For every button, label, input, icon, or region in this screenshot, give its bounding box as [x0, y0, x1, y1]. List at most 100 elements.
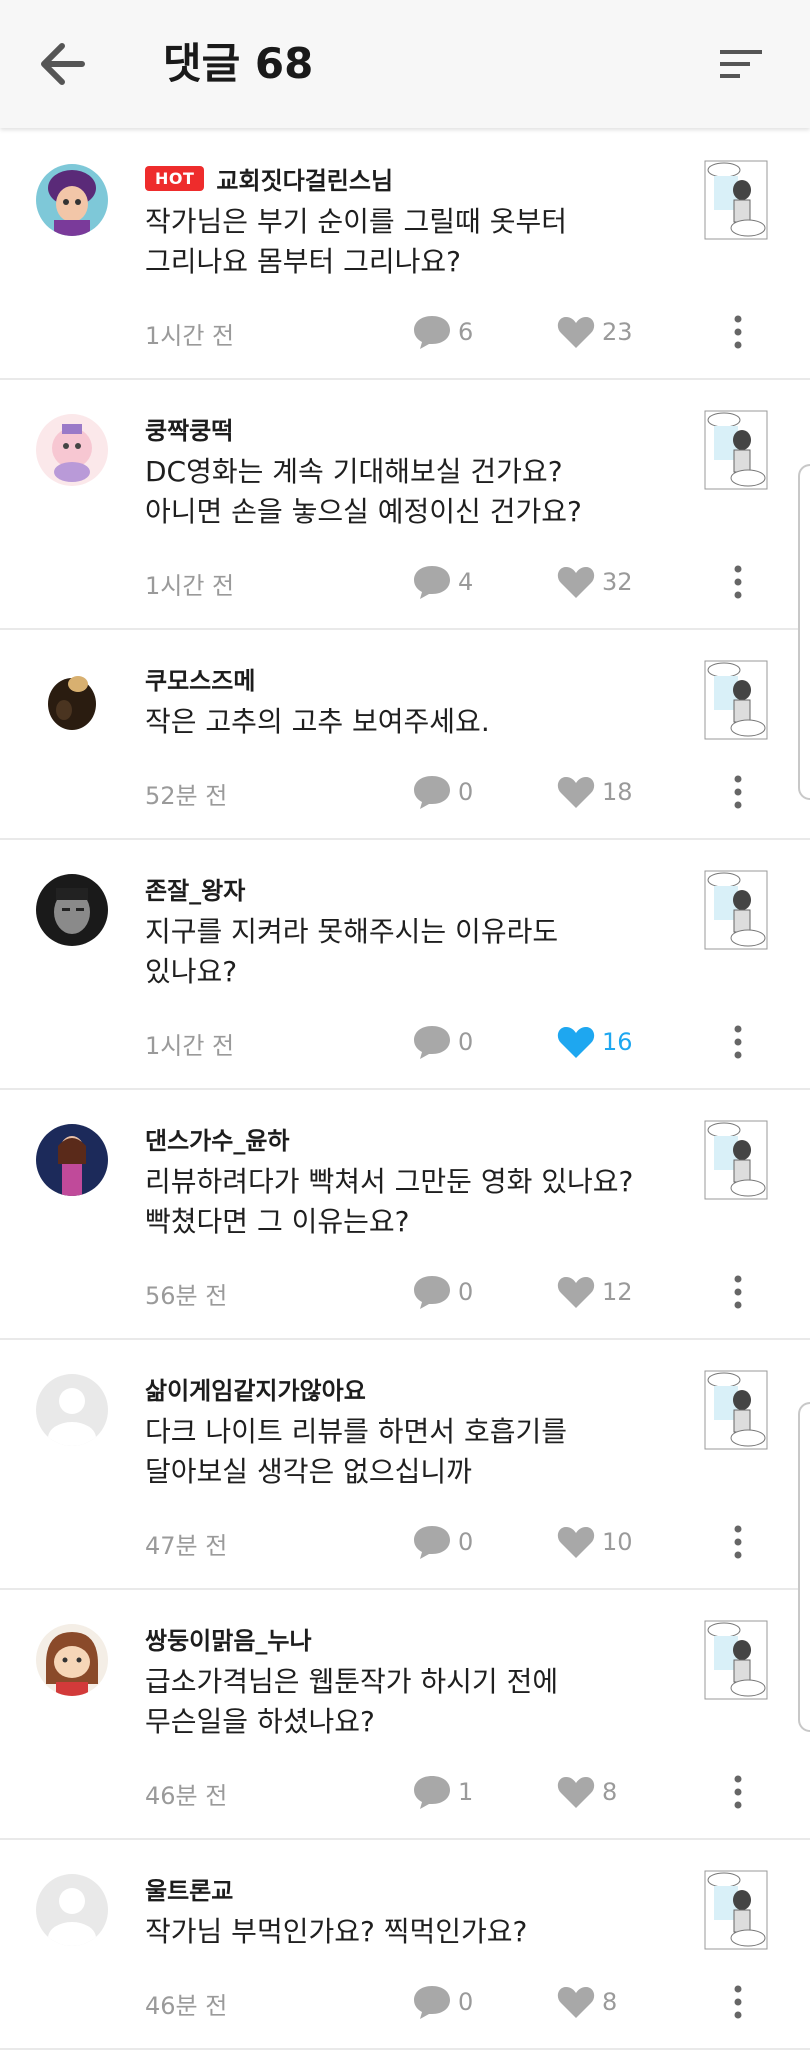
reply-button[interactable]: 6 [412, 312, 473, 352]
comic-thumbnail-icon [704, 160, 768, 240]
comment-meta: 47분 전 0 10 [0, 1522, 810, 1562]
comment-username[interactable]: 울트론교 [145, 1871, 233, 1906]
avatar-dark-figure [36, 664, 108, 736]
heart-icon [557, 317, 595, 348]
more-options-button[interactable] [728, 1022, 748, 1062]
avatar[interactable] [36, 664, 108, 736]
comment-text-line: 무슨일을 하셨나요? [145, 1705, 375, 1738]
comment-image-thumbnail[interactable] [704, 660, 768, 740]
comment-time: 46분 전 [145, 1992, 228, 2020]
sort-button[interactable] [716, 44, 766, 84]
reply-count: 4 [458, 568, 474, 596]
comment-item: 존잘_왕자 지구를 지켜라 못해주시는 이유라도있나요? 1시간 전 0 16 [0, 840, 810, 1090]
reply-count: 6 [458, 318, 474, 346]
default-avatar-icon [36, 1374, 108, 1446]
comment-header: 쿠모스즈메 [145, 661, 255, 696]
comment-text: 급소가격님은 웹툰작가 하시기 전에무슨일을 하셨나요? [145, 1662, 685, 1742]
comment-image-thumbnail[interactable] [704, 1120, 768, 1200]
comment-item: 쿠모스즈메 작은 고추의 고추 보여주세요. 52분 전 0 18 [0, 630, 810, 840]
reply-button[interactable]: 0 [412, 1272, 473, 1312]
heart-icon [557, 1277, 595, 1308]
more-options-button[interactable] [728, 562, 748, 602]
speech-bubble-icon [414, 1526, 450, 1559]
heart-icon [557, 567, 595, 598]
more-options-button[interactable] [728, 1272, 748, 1312]
comic-thumbnail-icon [704, 660, 768, 740]
comic-thumbnail-icon [704, 410, 768, 490]
more-vertical-icon [734, 315, 742, 349]
avatar[interactable] [36, 1124, 108, 1196]
avatar[interactable] [36, 164, 108, 236]
like-button[interactable]: 12 [556, 1272, 633, 1312]
comment-image-thumbnail[interactable] [704, 870, 768, 950]
comment-username[interactable]: 댄스가수_윤하 [145, 1121, 289, 1156]
like-button[interactable]: 18 [556, 772, 633, 812]
comment-text-line: 작은 고추의 고추 보여주세요. [145, 705, 490, 738]
speech-bubble-icon [414, 566, 450, 599]
like-button[interactable]: 8 [556, 1772, 617, 1812]
comment-header: 쿵짝쿵떡 [145, 411, 233, 446]
comment-image-thumbnail[interactable] [704, 1620, 768, 1700]
avatar[interactable] [36, 1374, 108, 1446]
avatar[interactable] [36, 874, 108, 946]
like-count: 12 [602, 1278, 633, 1306]
like-count: 32 [602, 568, 633, 596]
edge-panel-handle[interactable] [798, 1402, 810, 1732]
comment-text: 작은 고추의 고추 보여주세요. [145, 702, 685, 742]
comment-image-thumbnail[interactable] [704, 410, 768, 490]
reply-button[interactable]: 0 [412, 1982, 473, 2022]
like-button[interactable]: 23 [556, 312, 633, 352]
comment-text-line: 급소가격님은 웹툰작가 하시기 전에 [145, 1665, 559, 1698]
comment-text-line: 달아보실 생각은 없으십니까 [145, 1455, 472, 1488]
like-count: 8 [602, 1988, 618, 2016]
speech-bubble-icon [414, 1276, 450, 1309]
more-options-button[interactable] [728, 1982, 748, 2022]
reply-button[interactable]: 0 [412, 772, 473, 812]
comment-header: 댄스가수_윤하 [145, 1121, 289, 1156]
more-vertical-icon [734, 1985, 742, 2019]
comment-image-thumbnail[interactable] [704, 160, 768, 240]
like-count: 16 [602, 1028, 633, 1056]
avatar[interactable] [36, 1624, 108, 1696]
comment-image-thumbnail[interactable] [704, 1370, 768, 1450]
comment-text-line: 작가님 부먹인가요? 찍먹인가요? [145, 1915, 528, 1948]
comment-time: 1시간 전 [145, 1032, 235, 1060]
comment-image-thumbnail[interactable] [704, 1870, 768, 1950]
comment-username[interactable]: 쿵짝쿵떡 [145, 411, 233, 446]
comment-time: 46분 전 [145, 1782, 228, 1810]
more-options-button[interactable] [728, 312, 748, 352]
comment-username[interactable]: 삶이게임같지가않아요 [145, 1371, 366, 1406]
back-button[interactable] [34, 38, 90, 90]
avatar[interactable] [36, 414, 108, 486]
like-button[interactable]: 8 [556, 1982, 617, 2022]
more-options-button[interactable] [728, 1772, 748, 1812]
speech-bubble-icon [414, 1776, 450, 1809]
comment-username[interactable]: 존잘_왕자 [145, 871, 245, 906]
reply-button[interactable]: 0 [412, 1522, 473, 1562]
more-vertical-icon [734, 565, 742, 599]
comment-text-line: 빡쳤다면 그 이유는요? [145, 1205, 410, 1238]
edge-panel-handle[interactable] [798, 464, 810, 800]
comment-username[interactable]: 쌍둥이맑음_누나 [145, 1621, 312, 1656]
comment-text-line: 있나요? [145, 955, 238, 988]
speech-bubble-icon [414, 316, 450, 349]
reply-button[interactable]: 1 [412, 1772, 473, 1812]
like-count: 18 [602, 778, 633, 806]
like-button[interactable]: 10 [556, 1522, 633, 1562]
reply-button[interactable]: 4 [412, 562, 473, 602]
more-options-button[interactable] [728, 1522, 748, 1562]
avatar[interactable] [36, 1874, 108, 1946]
more-vertical-icon [734, 775, 742, 809]
comment-username[interactable]: 쿠모스즈메 [145, 661, 255, 696]
comic-thumbnail-icon [704, 1370, 768, 1450]
avatar-game-character [36, 164, 108, 236]
comment-meta: 46분 전 0 8 [0, 1982, 810, 2022]
like-button[interactable]: 16 [556, 1022, 633, 1062]
avatar-bw-photo [36, 874, 108, 946]
comment-username[interactable]: 교회짓다걸린스님 [216, 161, 393, 196]
avatar-pink-character [36, 414, 108, 486]
reply-button[interactable]: 0 [412, 1022, 473, 1062]
like-button[interactable]: 32 [556, 562, 633, 602]
more-options-button[interactable] [728, 772, 748, 812]
comment-text-line: 지구를 지켜라 못해주시는 이유라도 [145, 915, 559, 948]
